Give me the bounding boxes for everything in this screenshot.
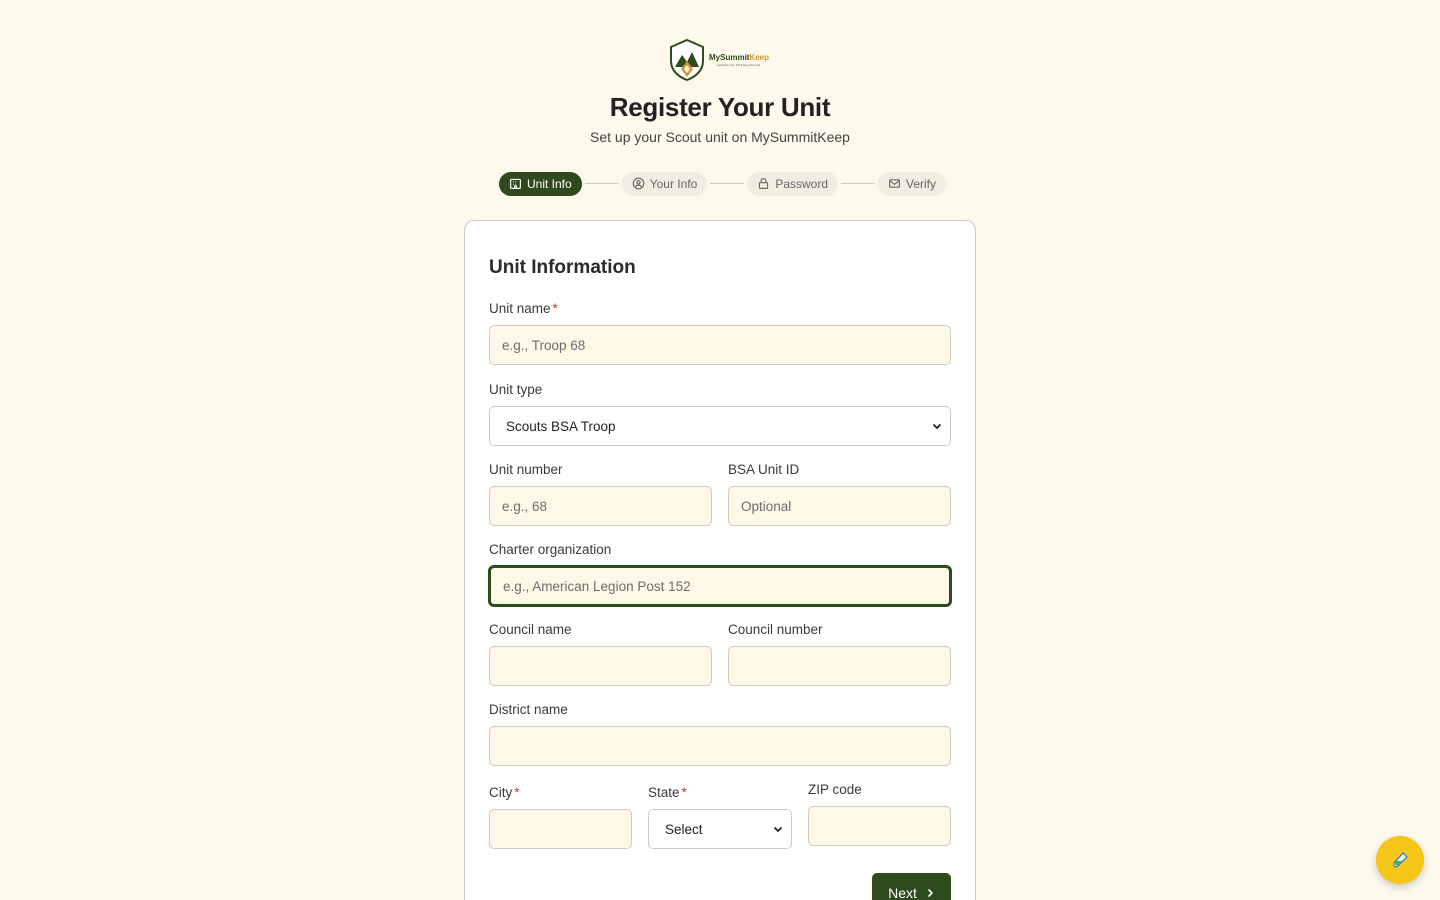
page-title: Register Your Unit (609, 92, 831, 122)
page-subtitle: Set up your Scout unit on MySummitKeep (590, 129, 850, 145)
unit-type-field: Unit type Scouts BSA Troop (489, 382, 951, 446)
step-your-info[interactable]: Your Info (621, 171, 708, 196)
charter-org-input[interactable] (489, 566, 951, 606)
district-name-input[interactable] (489, 726, 951, 766)
step-password[interactable]: Password (747, 171, 838, 196)
required-mark: * (681, 785, 687, 800)
zip-label: ZIP code (808, 782, 862, 797)
step-label: Your Info (649, 176, 698, 191)
unit-type-label: Unit type (489, 382, 543, 397)
city-label: City * (489, 785, 520, 800)
step-connector (841, 183, 875, 184)
district-name-label: District name (489, 702, 568, 717)
city-field: City * (489, 785, 632, 849)
city-input[interactable] (489, 809, 632, 849)
next-button[interactable]: Next (872, 873, 951, 900)
brand-name-part1: MySummit (709, 52, 750, 62)
unit-info-card: Unit Information Unit name* Unit type Sc… (464, 220, 976, 900)
charter-org-label: Charter organization (489, 542, 612, 557)
council-number-input[interactable] (728, 646, 951, 686)
state-label: State * (648, 785, 687, 800)
unit-name-input[interactable] (489, 325, 951, 365)
state-select[interactable]: Select (648, 809, 792, 849)
unit-type-select[interactable]: Scouts BSA Troop (489, 406, 951, 446)
unit-name-label: Unit name * (489, 301, 558, 316)
unit-number-label: Unit number (489, 462, 563, 477)
step-label: Unit Info (527, 176, 572, 191)
required-mark: * (552, 301, 558, 316)
mail-icon (889, 179, 900, 188)
bsa-unit-id-input[interactable] (728, 486, 951, 526)
card-title: Unit Information (489, 257, 636, 278)
mountain-shield-icon (670, 39, 704, 81)
test-tube-button[interactable] (1376, 836, 1424, 884)
zip-field: ZIP code (808, 782, 951, 846)
council-name-label: Council name (489, 622, 572, 637)
lock-icon (759, 178, 769, 189)
charter-org-field: Charter organization (489, 542, 951, 606)
brand-logo[interactable]: MySummitKeep Lead the unit. We'll keep t… (669, 39, 771, 81)
chevron-right-icon (927, 888, 934, 898)
brand-name-part2: Keep (749, 52, 770, 62)
step-connector (584, 183, 619, 184)
step-verify[interactable]: Verify (878, 171, 947, 196)
user-circle-icon (632, 177, 645, 190)
unit-number-input[interactable] (489, 486, 712, 526)
council-number-label: Council number (728, 622, 823, 637)
state-field: State * Select (648, 785, 792, 849)
council-name-input[interactable] (489, 646, 712, 686)
step-unit-info[interactable]: Unit Info (499, 171, 582, 196)
state-value: Select (665, 821, 703, 837)
step-label: Verify (906, 176, 937, 191)
chevron-down-icon (932, 423, 942, 430)
test-tube-icon (1393, 852, 1408, 868)
building-icon (510, 178, 521, 189)
brand-tagline: Lead the unit. We'll keep the rest. (716, 62, 762, 67)
unit-number-field: Unit number (489, 462, 712, 526)
unit-type-value: Scouts BSA Troop (506, 418, 616, 434)
step-connector (710, 183, 745, 184)
stepper: Unit Info Your Info Password Verify (499, 171, 947, 196)
district-name-field: District name (489, 702, 951, 766)
unit-name-field: Unit name * (489, 301, 951, 365)
bsa-unit-id-label: BSA Unit ID (728, 462, 800, 477)
step-label: Password (775, 176, 828, 191)
chevron-down-icon (773, 826, 783, 833)
bsa-unit-id-field: BSA Unit ID (728, 462, 951, 526)
required-mark: * (514, 785, 520, 800)
next-label: Next (888, 885, 917, 900)
zip-input[interactable] (808, 806, 951, 846)
council-number-field: Council number (728, 622, 951, 686)
council-name-field: Council name (489, 622, 712, 686)
